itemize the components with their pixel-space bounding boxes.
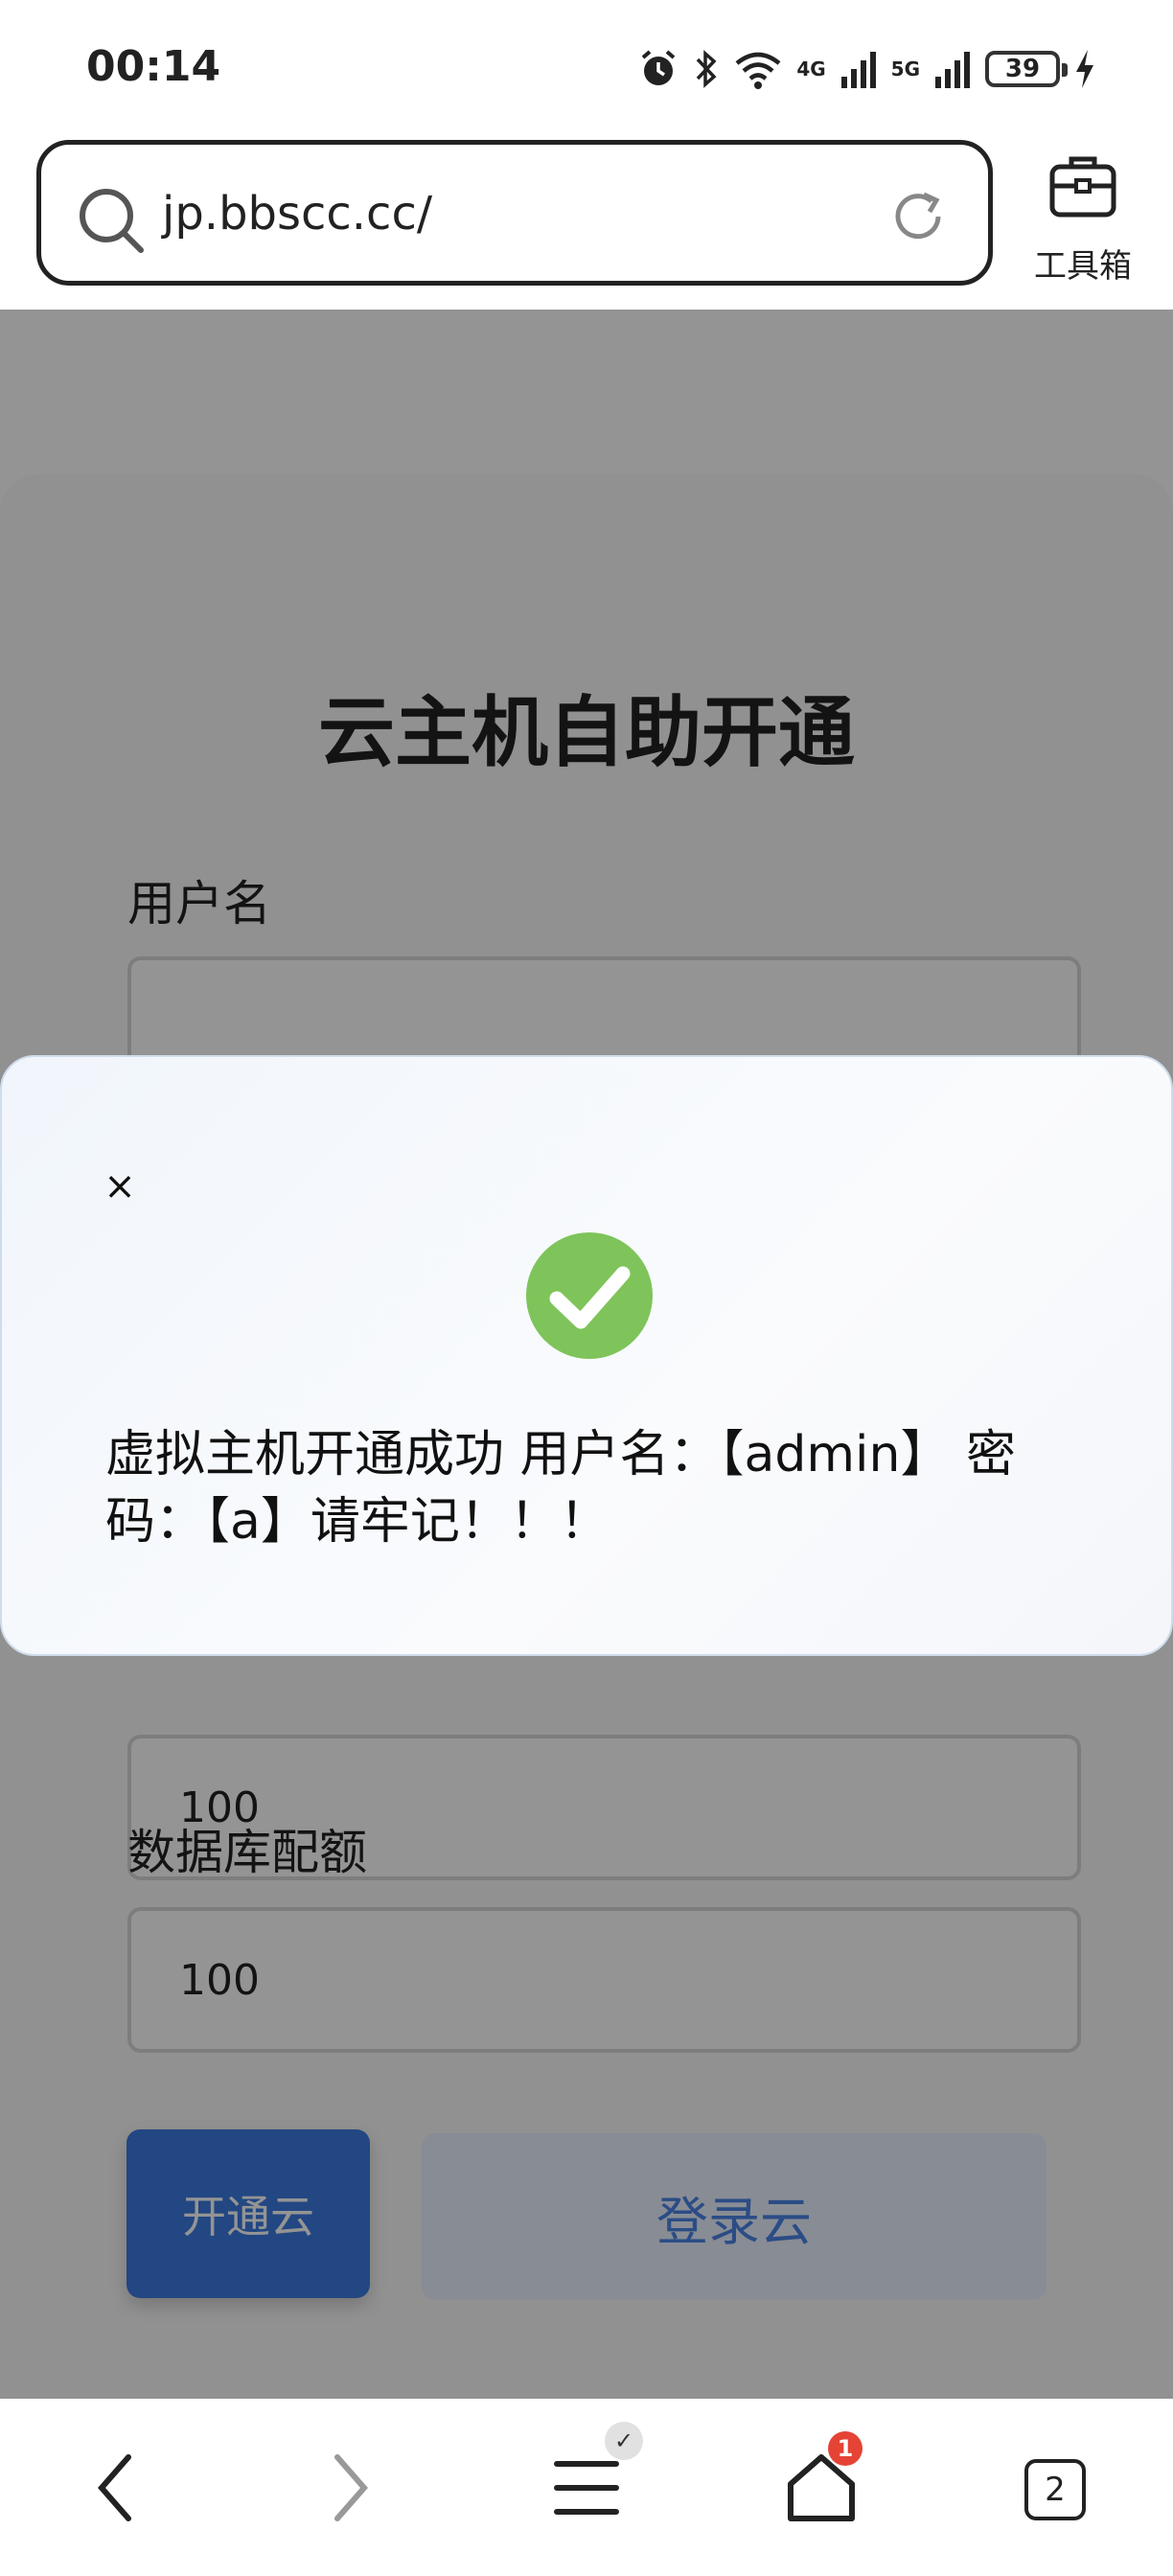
home-button[interactable]: 1: [778, 2431, 864, 2533]
wifi-icon: [733, 48, 783, 90]
signal-icon: [933, 48, 972, 90]
toolbox-button[interactable]: 工具箱: [1025, 151, 1140, 286]
signal-icon: [840, 48, 878, 90]
status-icons: 4G 5G 39: [637, 42, 1096, 96]
search-icon: [76, 185, 149, 262]
network-4g-label: 4G: [796, 58, 826, 80]
menu-icon: [553, 2456, 620, 2523]
menu-button[interactable]: ✓: [543, 2422, 643, 2533]
tab-count: 2: [1024, 2459, 1086, 2520]
reload-icon[interactable]: [888, 187, 948, 250]
status-time: 00:14: [86, 42, 221, 91]
forward-button[interactable]: [307, 2447, 393, 2533]
bottom-nav: ✓ 1 2: [0, 2399, 1173, 2576]
success-dialog: × 虚拟主机开通成功 用户名：【admin】 密码：【a】请牢记！！！: [0, 1055, 1173, 1656]
back-button[interactable]: [73, 2447, 159, 2533]
bluetooth-icon: [693, 48, 720, 90]
toolbox-icon: [1046, 151, 1119, 224]
charging-icon: [1073, 48, 1096, 90]
toolbox-label: 工具箱: [1034, 247, 1132, 286]
close-button[interactable]: ×: [98, 1164, 142, 1208]
network-5g-label: 5G: [890, 58, 920, 80]
home-notification-badge: 1: [828, 2431, 862, 2466]
status-bar: 00:14 4G 5G 39: [0, 0, 1173, 139]
address-bar[interactable]: jp.bbscc.cc/: [36, 140, 993, 286]
chevron-right-icon: [326, 2451, 374, 2528]
success-message: 虚拟主机开通成功 用户名：【admin】 密码：【a】请牢记！！！: [105, 1426, 1016, 1551]
battery-indicator: 39: [985, 51, 1068, 87]
menu-check-badge: ✓: [605, 2422, 643, 2460]
tabs-button[interactable]: 2: [1012, 2447, 1098, 2533]
url-text[interactable]: jp.bbscc.cc/: [162, 187, 432, 241]
chevron-left-icon: [92, 2451, 140, 2528]
checkmark-success-icon: [525, 1231, 654, 1364]
alarm-icon: [637, 48, 679, 90]
